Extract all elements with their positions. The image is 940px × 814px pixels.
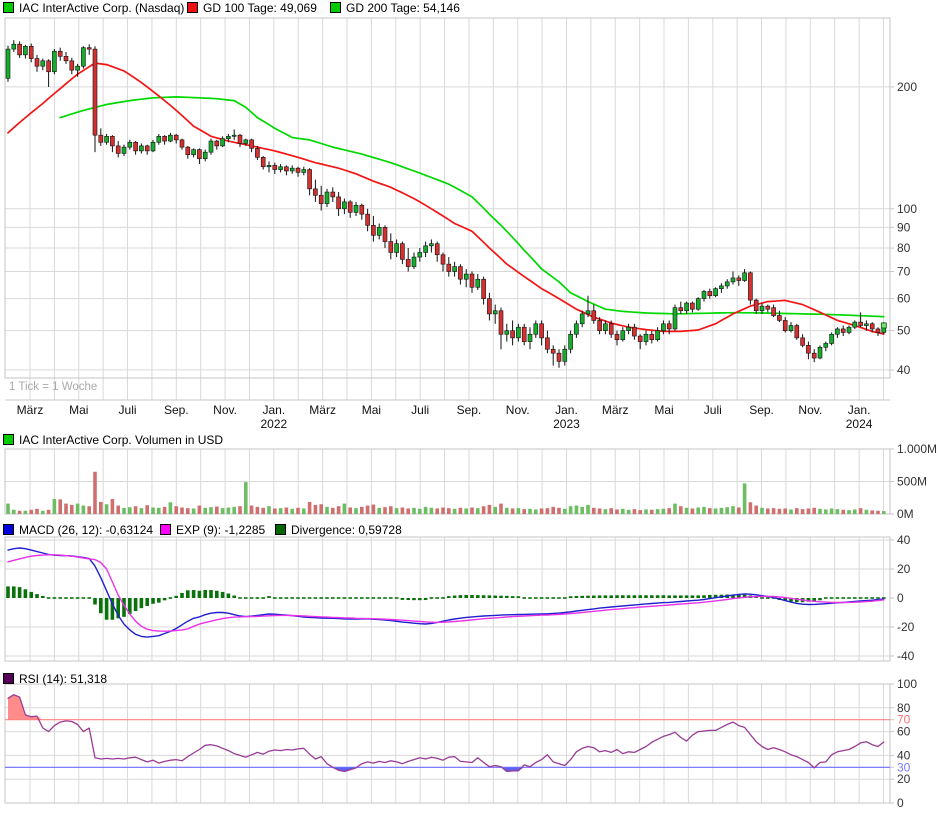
svg-text:40: 40 (897, 533, 911, 547)
macd-divergence-bars (6, 586, 885, 619)
svg-text:Nov.: Nov. (506, 403, 530, 417)
svg-text:Mai: Mai (362, 403, 381, 417)
exp-color-swatch (160, 524, 171, 535)
volume-label: IAC InterActive Corp. Volumen in USD (19, 433, 223, 447)
svg-text:Mai: Mai (69, 403, 88, 417)
legend-divergence: Divergence: 0,59728 (275, 524, 402, 537)
svg-text:60: 60 (897, 292, 911, 306)
svg-text:Jan.: Jan. (848, 403, 871, 417)
legend-rsi: RSI (14): 51,318 (3, 673, 107, 686)
volume-bars (6, 472, 885, 514)
rsi-threshold-lines (5, 720, 890, 768)
macd-label: MACD (26, 12): -0,63124 (19, 523, 153, 537)
legend-series: IAC InterActive Corp. (Nasdaq) (3, 2, 184, 15)
divergence-label: Divergence: 0,59728 (291, 523, 402, 537)
svg-text:Nov.: Nov. (213, 403, 237, 417)
rsi-overbought-fill (8, 695, 884, 720)
svg-text:Sep.: Sep. (749, 403, 774, 417)
svg-text:0: 0 (897, 591, 904, 605)
svg-text:März: März (309, 403, 336, 417)
stock-chart-page: 2001009080706050401.000M500M0M40200-20-4… (0, 0, 940, 814)
legend-exp: EXP (9): -1,2285 (160, 524, 265, 537)
svg-text:20: 20 (897, 772, 911, 786)
svg-text:März: März (602, 403, 629, 417)
gd100-color-swatch (187, 2, 198, 13)
svg-text:2023: 2023 (553, 417, 580, 431)
rsi-oversold-fill (8, 767, 884, 771)
volume-color-swatch (3, 434, 14, 445)
svg-text:60: 60 (897, 725, 911, 739)
svg-text:Sep.: Sep. (457, 403, 482, 417)
svg-text:40: 40 (897, 363, 911, 377)
exp-line (8, 555, 884, 631)
rsi-label: RSI (14): 51,318 (19, 672, 107, 686)
gd200-label: GD 200 Tage: 54,146 (346, 1, 460, 15)
series-color-swatch (3, 2, 14, 13)
svg-text:Juli: Juli (119, 403, 137, 417)
legend-macd: MACD (26, 12): -0,63124 (3, 524, 153, 537)
svg-text:1.000M: 1.000M (897, 442, 937, 456)
divergence-color-swatch (275, 524, 286, 535)
legend-gd100: GD 100 Tage: 49,069 (187, 2, 317, 15)
svg-text:2024: 2024 (846, 417, 873, 431)
exp-label: EXP (9): -1,2285 (176, 523, 265, 537)
svg-text:-20: -20 (897, 620, 915, 634)
svg-text:70: 70 (897, 265, 911, 279)
chart-canvas: 2001009080706050401.000M500M0M40200-20-4… (0, 0, 940, 814)
legend-volume: IAC InterActive Corp. Volumen in USD (3, 434, 223, 447)
axis-labels: 2001009080706050401.000M500M0M40200-20-4… (890, 80, 937, 810)
series-label: IAC InterActive Corp. (Nasdaq) (19, 1, 184, 15)
svg-text:100: 100 (897, 202, 917, 216)
svg-text:-40: -40 (897, 649, 915, 663)
svg-text:Jan.: Jan. (555, 403, 578, 417)
svg-text:500M: 500M (897, 475, 927, 489)
svg-text:Jan.: Jan. (263, 403, 286, 417)
svg-text:80: 80 (897, 241, 911, 255)
macd-color-swatch (3, 524, 14, 535)
svg-text:Nov.: Nov. (798, 403, 822, 417)
svg-text:Mai: Mai (654, 403, 673, 417)
svg-text:90: 90 (897, 220, 911, 234)
svg-text:Juli: Juli (704, 403, 722, 417)
candlestick-series (6, 40, 886, 368)
x-axis-labels: MärzMaiJuliSep.Nov.Jan.2022MärzMaiJuliSe… (17, 403, 873, 431)
rsi-line (8, 695, 884, 772)
rsi-color-swatch (3, 673, 14, 684)
last-value-marker (881, 323, 886, 328)
svg-text:März: März (17, 403, 44, 417)
svg-text:2022: 2022 (260, 417, 287, 431)
svg-text:0: 0 (897, 796, 904, 810)
tick-note: 1 Tick = 1 Woche (9, 381, 97, 393)
svg-text:Juli: Juli (411, 403, 429, 417)
svg-text:20: 20 (897, 562, 911, 576)
gd200-color-swatch (330, 2, 341, 13)
gd100-label: GD 100 Tage: 49,069 (203, 1, 317, 15)
svg-text:100: 100 (897, 677, 917, 691)
svg-text:50: 50 (897, 324, 911, 338)
svg-text:Sep.: Sep. (164, 403, 189, 417)
legend-gd200: GD 200 Tage: 54,146 (330, 2, 460, 15)
svg-text:0M: 0M (897, 507, 914, 521)
svg-text:200: 200 (897, 80, 917, 94)
